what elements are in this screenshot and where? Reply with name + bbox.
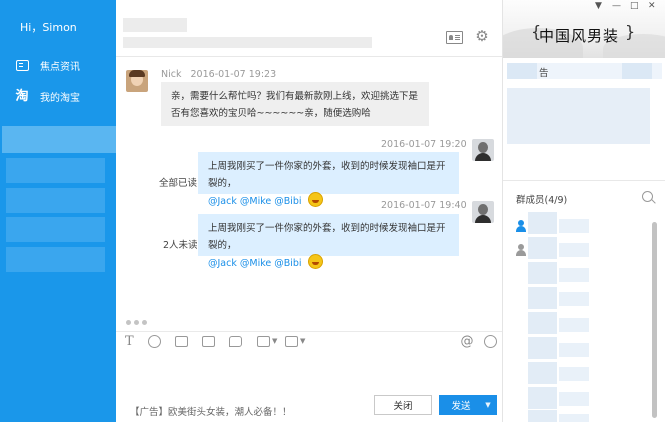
member-name[interactable]	[559, 268, 589, 282]
mention-list[interactable]: @Jack @Mike @Bibi	[208, 196, 302, 207]
history-icon[interactable]	[484, 335, 497, 348]
member-avatar[interactable]	[528, 212, 557, 234]
image-icon[interactable]	[175, 336, 188, 347]
search-icon[interactable]	[642, 191, 653, 202]
chat-bubble-icon[interactable]	[229, 336, 242, 347]
sidebar: Hi，Simon 焦点资讯 淘 我的淘宝	[0, 0, 116, 422]
message-text: 上周我刚买了一件你家的外套，收到的时候发现袖口是开裂的，	[208, 223, 446, 251]
smiley-icon	[307, 254, 323, 269]
minimize-icon[interactable]: —	[612, 1, 621, 11]
chevron-down-icon[interactable]: ▼	[272, 337, 277, 345]
greeting: Hi，Simon	[20, 21, 77, 34]
notice-label: 告	[539, 68, 549, 79]
sender-name: Nick	[161, 69, 182, 80]
send-button[interactable]: 发送 ▼	[439, 395, 497, 415]
member-name[interactable]	[559, 392, 589, 406]
member-avatar[interactable]	[528, 337, 557, 359]
member-avatar[interactable]	[528, 287, 557, 309]
ad-text[interactable]: 【广告】欧美街头女装，潮人必备！！	[130, 404, 292, 418]
divider	[116, 331, 502, 332]
sidebar-item-my-taobao[interactable]: 淘 我的淘宝	[14, 87, 80, 105]
read-status: 2人未读	[163, 240, 198, 251]
scrollbar-thumb[interactable]	[652, 222, 657, 418]
table-icon[interactable]	[285, 336, 298, 347]
contact-card-icon[interactable]	[446, 31, 463, 44]
conversation-item[interactable]	[6, 188, 105, 213]
read-status: 全部已读	[159, 178, 198, 189]
member-name[interactable]	[559, 243, 589, 257]
typing-indicator	[126, 317, 150, 328]
gear-icon[interactable]: ⚙	[474, 28, 490, 44]
admin-icon	[515, 244, 527, 256]
conversation-item[interactable]	[6, 247, 105, 272]
member-name[interactable]	[559, 292, 589, 306]
close-icon[interactable]: ✕	[648, 1, 656, 11]
member-avatar[interactable]	[528, 410, 557, 422]
chat-subtitle-placeholder	[123, 37, 372, 48]
send-button-label: 发送	[451, 401, 471, 412]
member-avatar[interactable]	[528, 262, 557, 284]
chat-panel: ⚙ Nick 2016-01-07 19:23 亲，需要什么帮忙吗？我们有最新款…	[116, 0, 502, 422]
emoji-icon[interactable]	[148, 335, 161, 348]
member-avatar[interactable]	[528, 237, 557, 259]
screenshot-icon[interactable]	[202, 336, 215, 347]
maximize-icon[interactable]: □	[630, 1, 639, 11]
notice-content	[507, 88, 650, 144]
group-info-panel: { 中国风男装 } ▼ — □ ✕ 告 群成员(4/9)	[502, 0, 665, 422]
sidebar-item-label: 我的淘宝	[40, 92, 80, 104]
member-name[interactable]	[559, 343, 589, 357]
owner-icon	[515, 220, 527, 232]
sidebar-item-label: 焦点资讯	[40, 61, 80, 73]
member-name[interactable]	[559, 367, 589, 381]
message-time: 2016-01-07 19:23	[190, 69, 277, 80]
message-bubble-outgoing: 上周我刚买了一件你家的外套，收到的时候发现袖口是开裂的， @Jack @Mike…	[198, 152, 459, 207]
settings-icon[interactable]: ▼	[595, 1, 602, 11]
member-list-scrollbar[interactable]	[652, 222, 657, 418]
avatar[interactable]	[472, 139, 494, 161]
conversation-item[interactable]	[6, 217, 105, 242]
text-format-icon[interactable]: T	[125, 334, 134, 349]
at-icon[interactable]: @	[460, 334, 474, 349]
conversation-item[interactable]	[6, 158, 105, 183]
close-button[interactable]: 关闭	[374, 395, 432, 415]
members-title: 群成员(4/9)	[516, 195, 568, 206]
shop-title: 中国风男装	[539, 27, 620, 45]
conversation-item-active[interactable]	[2, 126, 116, 153]
chat-title-placeholder	[123, 18, 187, 32]
message-time: 2016-01-07 19:40	[381, 200, 467, 211]
crop-icon[interactable]	[257, 336, 270, 347]
message-bubble-incoming: 亲，需要什么帮忙吗？我们有最新款刚上线，欢迎挑选下是否有您喜欢的宝贝哈~~~~~…	[161, 82, 429, 126]
taobao-icon: 淘	[15, 88, 29, 104]
avatar[interactable]	[126, 70, 148, 92]
member-avatar[interactable]	[528, 387, 557, 409]
message-bubble-outgoing: 上周我刚买了一件你家的外套，收到的时候发现袖口是开裂的， @Jack @Mike…	[198, 214, 459, 269]
news-icon	[14, 57, 30, 73]
member-name[interactable]	[559, 318, 589, 332]
message-meta: Nick 2016-01-07 19:23	[161, 69, 276, 80]
sidebar-item-news[interactable]: 焦点资讯	[14, 56, 80, 74]
chevron-down-icon[interactable]: ▼	[479, 401, 497, 409]
smiley-icon	[307, 192, 323, 207]
divider	[116, 56, 502, 57]
member-name[interactable]	[559, 414, 589, 422]
member-avatar[interactable]	[528, 362, 557, 384]
mention-list[interactable]: @Jack @Mike @Bibi	[208, 258, 302, 269]
message-text: 上周我刚买了一件你家的外套，收到的时候发现袖口是开裂的，	[208, 161, 446, 189]
notice-tabs: 告	[507, 63, 662, 79]
member-avatar[interactable]	[528, 312, 557, 334]
divider	[503, 180, 665, 181]
avatar[interactable]	[472, 201, 494, 223]
message-time: 2016-01-07 19:20	[381, 139, 467, 150]
member-name[interactable]	[559, 219, 589, 233]
chevron-down-icon[interactable]: ▼	[300, 337, 305, 345]
shop-banner: { 中国风男装 } ▼ — □ ✕	[503, 0, 665, 58]
